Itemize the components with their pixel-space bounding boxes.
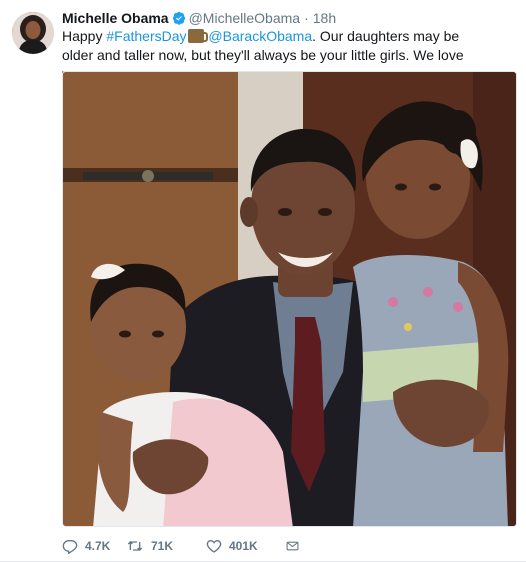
mention-link[interactable]: @BarackObama <box>208 28 312 44</box>
retweet-button[interactable]: 71K <box>126 538 206 554</box>
tweet-card[interactable]: Michelle Obama @MichelleObama · 18h Happy #… <box>0 0 526 562</box>
reply-icon <box>62 540 78 554</box>
envelope-icon <box>286 541 299 551</box>
separator-dot: · <box>304 10 309 26</box>
author-name[interactable]: Michelle Obama <box>62 10 169 26</box>
direct-message-button[interactable] <box>286 538 306 554</box>
retweet-icon <box>127 541 143 551</box>
mug-emoji-icon <box>187 29 208 43</box>
tweet-photo[interactable] <box>62 71 517 527</box>
author-avatar[interactable] <box>12 12 54 54</box>
author-handle[interactable]: @MichelleObama <box>189 10 300 26</box>
hashtag-link[interactable]: #FathersDay <box>106 28 186 44</box>
like-button[interactable]: 401K <box>206 538 286 554</box>
reply-count: 4.7K <box>85 539 111 553</box>
tweet-actions: 4.7K 71K 401K <box>62 536 306 556</box>
tweet-timestamp[interactable]: 18h <box>313 10 336 26</box>
reply-button[interactable]: 4.7K <box>62 538 126 554</box>
heart-icon <box>206 539 222 553</box>
like-count: 401K <box>229 539 258 553</box>
tweet-header: Michelle Obama @MichelleObama · 18h <box>62 9 336 29</box>
retweet-count: 71K <box>151 539 174 553</box>
tweet-text-part1: Happy <box>62 28 107 44</box>
